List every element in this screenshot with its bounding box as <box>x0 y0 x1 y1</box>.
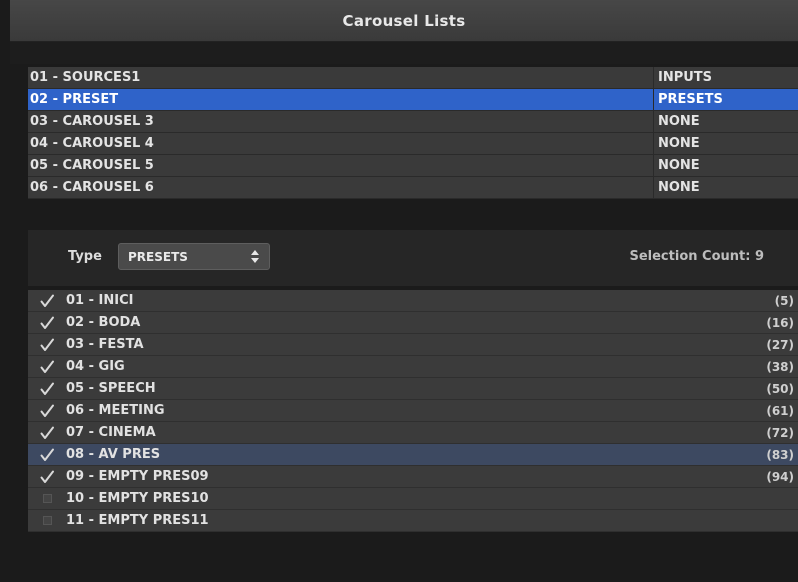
checkmark-icon[interactable] <box>36 378 58 400</box>
preset-name: 02 - BODA <box>66 315 141 330</box>
preset-row[interactable]: 01 - INICI (5) <box>28 290 798 312</box>
preset-name: 05 - SPEECH <box>66 381 156 396</box>
preset-row[interactable]: 10 - EMPTY PRES10 <box>28 488 798 510</box>
carousel-type: NONE <box>654 155 798 176</box>
checkmark-icon[interactable] <box>36 466 58 488</box>
carousel-type: INPUTS <box>654 67 798 88</box>
carousel-name: 02 - PRESET <box>28 89 654 110</box>
preset-name: 03 - FESTA <box>66 337 144 352</box>
checkmark-icon[interactable] <box>36 444 58 466</box>
preset-row[interactable]: 11 - EMPTY PRES11 <box>28 510 798 532</box>
title-bar[interactable]: Carousel Lists <box>10 0 798 42</box>
window-title: Carousel Lists <box>342 11 466 30</box>
checkmark-icon[interactable] <box>36 356 58 378</box>
empty-checkbox-icon[interactable] <box>36 510 58 532</box>
preset-name: 11 - EMPTY PRES11 <box>66 513 209 528</box>
checkmark-icon[interactable] <box>36 334 58 356</box>
preset-name: 04 - GIG <box>66 359 125 374</box>
carousel-type: PRESETS <box>654 89 798 110</box>
carousel-type: NONE <box>654 133 798 154</box>
carousel-lists-window: Carousel Lists 01 - SOURCES1 INPUTS 02 - P… <box>0 0 798 582</box>
carousel-type: NONE <box>654 111 798 132</box>
selection-count: Selection Count: 9 <box>629 249 764 264</box>
preset-row[interactable]: 08 - AV PRES (83) <box>28 444 798 466</box>
checkmark-icon[interactable] <box>36 422 58 444</box>
carousel-name: 05 - CAROUSEL 5 <box>28 155 654 176</box>
preset-count: (61) <box>766 403 794 418</box>
carousel-row[interactable]: 02 - PRESET PRESETS <box>28 89 798 111</box>
carousel-name: 01 - SOURCES1 <box>28 67 654 88</box>
preset-row[interactable]: 02 - BODA (16) <box>28 312 798 334</box>
carousel-name: 06 - CAROUSEL 6 <box>28 177 654 198</box>
type-bar: Type PRESETS Selection Count: 9 <box>28 230 798 286</box>
preset-count: (94) <box>766 469 794 484</box>
preset-count: (16) <box>766 315 794 330</box>
carousel-row[interactable]: 05 - CAROUSEL 5 NONE <box>28 155 798 177</box>
checkmark-icon[interactable] <box>36 400 58 422</box>
preset-name: 09 - EMPTY PRES09 <box>66 469 209 484</box>
preset-row[interactable]: 04 - GIG (38) <box>28 356 798 378</box>
up-down-stepper-icon <box>251 250 259 263</box>
checkmark-icon[interactable] <box>36 290 58 312</box>
type-select-value: PRESETS <box>128 249 188 264</box>
preset-name: 08 - AV PRES <box>66 447 161 462</box>
carousel-name: 04 - CAROUSEL 4 <box>28 133 654 154</box>
carousel-row[interactable]: 01 - SOURCES1 INPUTS <box>28 67 798 89</box>
carousel-row[interactable]: 03 - CAROUSEL 3 NONE <box>28 111 798 133</box>
preset-count: (27) <box>766 337 794 352</box>
checkmark-icon[interactable] <box>36 312 58 334</box>
preset-count: (38) <box>766 359 794 374</box>
preset-list: 01 - INICI (5) 02 - BODA (16) 03 - FESTA (27)… <box>28 290 798 532</box>
carousel-type: NONE <box>654 177 798 198</box>
carousel-row[interactable]: 04 - CAROUSEL 4 NONE <box>28 133 798 155</box>
carousel-table: 01 - SOURCES1 INPUTS 02 - PRESET PRESETS 03 … <box>28 67 798 199</box>
preset-row[interactable]: 06 - MEETING (61) <box>28 400 798 422</box>
preset-count: (50) <box>766 381 794 396</box>
type-label: Type <box>68 249 102 264</box>
preset-count: (5) <box>774 293 794 308</box>
preset-row[interactable]: 03 - FESTA (27) <box>28 334 798 356</box>
preset-count: (83) <box>766 447 794 462</box>
preset-row[interactable]: 05 - SPEECH (50) <box>28 378 798 400</box>
type-select[interactable]: PRESETS <box>118 243 270 270</box>
preset-name: 06 - MEETING <box>66 403 165 418</box>
preset-row[interactable]: 09 - EMPTY PRES09 (94) <box>28 466 798 488</box>
preset-name: 10 - EMPTY PRES10 <box>66 491 209 506</box>
preset-count: (72) <box>766 425 794 440</box>
preset-name: 01 - INICI <box>66 293 134 308</box>
preset-name: 07 - CINEMA <box>66 425 156 440</box>
carousel-name: 03 - CAROUSEL 3 <box>28 111 654 132</box>
empty-checkbox-icon[interactable] <box>36 488 58 510</box>
top-spacer <box>10 42 798 64</box>
carousel-row[interactable]: 06 - CAROUSEL 6 NONE <box>28 177 798 199</box>
preset-row[interactable]: 07 - CINEMA (72) <box>28 422 798 444</box>
